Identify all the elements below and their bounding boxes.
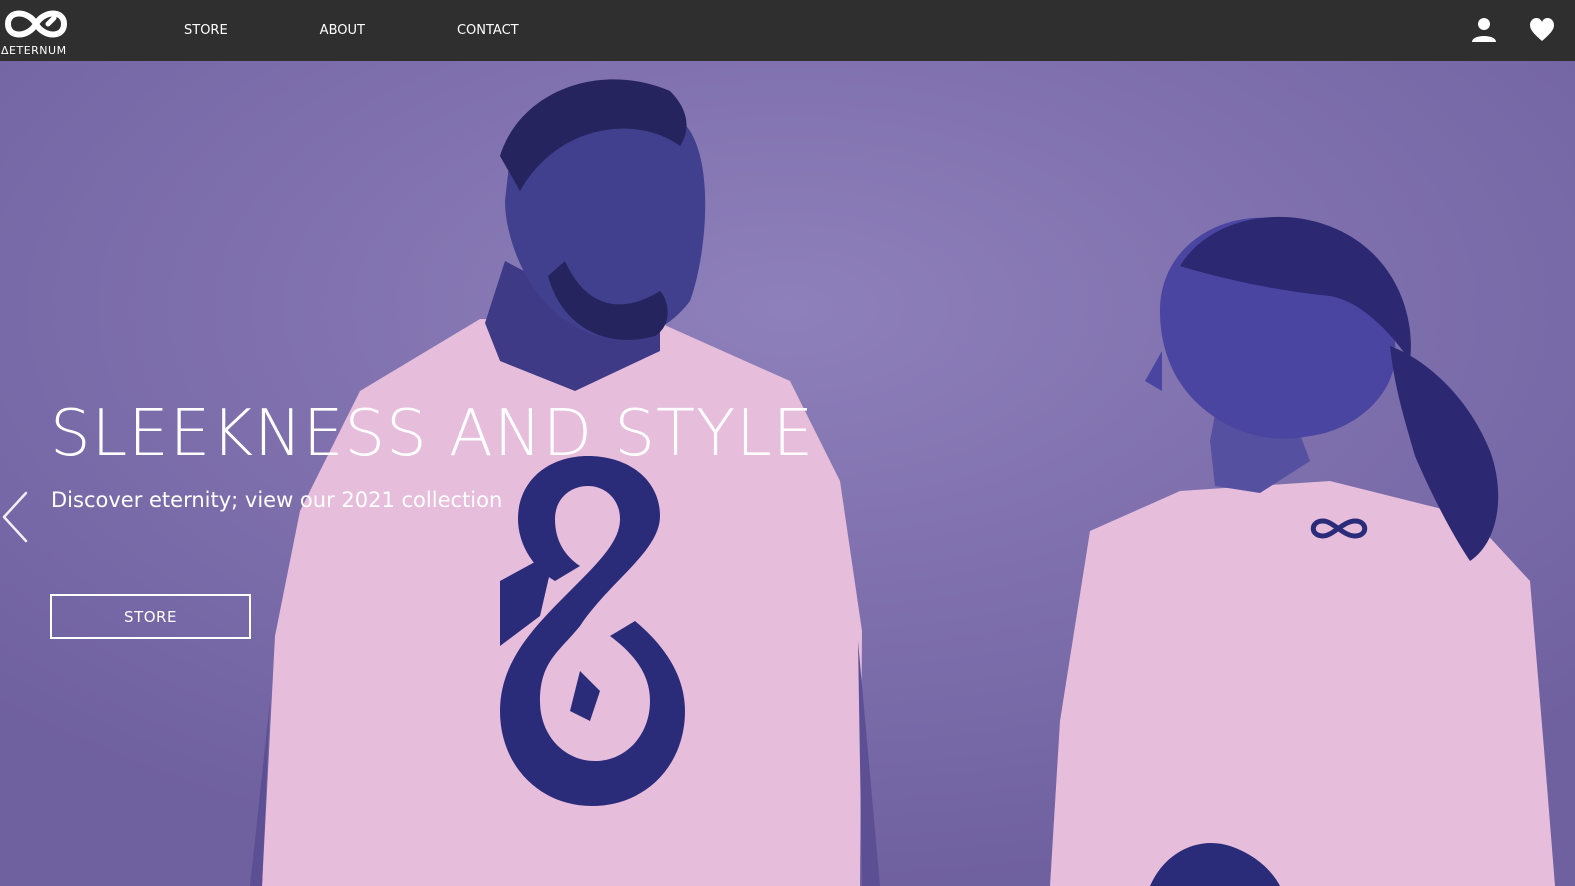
infinity-logo-icon <box>4 10 68 38</box>
hero-title: SLEEKNESS AND STYLE <box>50 397 815 471</box>
brand-logo[interactable]: ΔETERNUM <box>0 4 80 58</box>
nav-link-contact[interactable]: CONTACT <box>457 23 519 38</box>
navbar: ΔETERNUM STORE ABOUT CONTACT <box>0 0 1575 61</box>
carousel-prev-button[interactable] <box>0 489 30 545</box>
nav-link-about[interactable]: ABOUT <box>320 23 365 38</box>
main-nav: STORE ABOUT CONTACT <box>184 0 611 61</box>
user-icon[interactable] <box>1470 16 1498 44</box>
store-button[interactable]: STORE <box>50 594 251 639</box>
heart-icon[interactable] <box>1528 16 1556 44</box>
hero-subtitle: Discover eternity; view our 2021 collect… <box>51 488 503 512</box>
hero-banner: SLEEKNESS AND STYLE Discover eternity; v… <box>0 61 1575 886</box>
chevron-left-icon <box>2 491 28 543</box>
nav-link-store[interactable]: STORE <box>184 23 228 38</box>
hero-photo <box>0 61 1575 886</box>
brand-name: ΔETERNUM <box>1 44 67 57</box>
nav-actions <box>1470 16 1556 44</box>
